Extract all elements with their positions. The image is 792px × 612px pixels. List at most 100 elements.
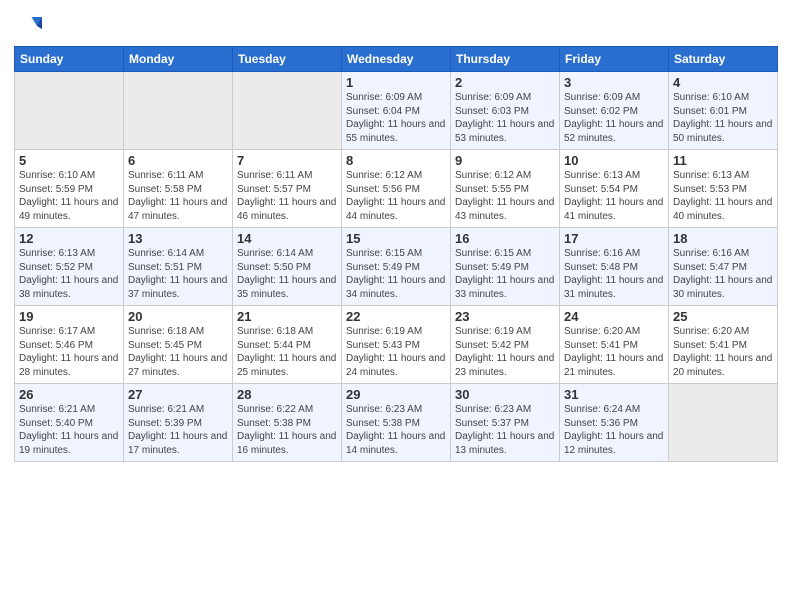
day-number: 10 [564,153,664,168]
day-info: Sunrise: 6:22 AMSunset: 5:38 PMDaylight:… [237,403,337,457]
day-cell: 11Sunrise: 6:13 AMSunset: 5:53 PMDayligh… [669,150,778,228]
day-cell: 13Sunrise: 6:14 AMSunset: 5:51 PMDayligh… [124,228,233,306]
day-cell: 21Sunrise: 6:18 AMSunset: 5:44 PMDayligh… [233,306,342,384]
day-info: Sunrise: 6:12 AMSunset: 5:55 PMDaylight:… [455,169,555,223]
day-info: Sunrise: 6:10 AMSunset: 5:59 PMDaylight:… [19,169,119,223]
day-number: 12 [19,231,119,246]
weekday-header-sunday: Sunday [15,47,124,72]
day-number: 19 [19,309,119,324]
day-info: Sunrise: 6:21 AMSunset: 5:40 PMDaylight:… [19,403,119,457]
day-cell: 25Sunrise: 6:20 AMSunset: 5:41 PMDayligh… [669,306,778,384]
day-cell: 4Sunrise: 6:10 AMSunset: 6:01 PMDaylight… [669,72,778,150]
day-info: Sunrise: 6:09 AMSunset: 6:04 PMDaylight:… [346,91,446,145]
day-number: 4 [673,75,773,90]
day-number: 29 [346,387,446,402]
weekday-header-friday: Friday [560,47,669,72]
logo [14,10,46,38]
day-info: Sunrise: 6:15 AMSunset: 5:49 PMDaylight:… [346,247,446,301]
day-cell [15,72,124,150]
day-info: Sunrise: 6:11 AMSunset: 5:57 PMDaylight:… [237,169,337,223]
day-cell: 28Sunrise: 6:22 AMSunset: 5:38 PMDayligh… [233,384,342,462]
day-cell: 23Sunrise: 6:19 AMSunset: 5:42 PMDayligh… [451,306,560,384]
day-info: Sunrise: 6:18 AMSunset: 5:44 PMDaylight:… [237,325,337,379]
weekday-header-thursday: Thursday [451,47,560,72]
day-cell: 26Sunrise: 6:21 AMSunset: 5:40 PMDayligh… [15,384,124,462]
day-info: Sunrise: 6:19 AMSunset: 5:43 PMDaylight:… [346,325,446,379]
day-info: Sunrise: 6:18 AMSunset: 5:45 PMDaylight:… [128,325,228,379]
day-number: 2 [455,75,555,90]
day-cell: 22Sunrise: 6:19 AMSunset: 5:43 PMDayligh… [342,306,451,384]
day-number: 22 [346,309,446,324]
day-info: Sunrise: 6:21 AMSunset: 5:39 PMDaylight:… [128,403,228,457]
day-number: 24 [564,309,664,324]
weekday-header-row: SundayMondayTuesdayWednesdayThursdayFrid… [15,47,778,72]
day-number: 17 [564,231,664,246]
day-info: Sunrise: 6:13 AMSunset: 5:54 PMDaylight:… [564,169,664,223]
logo-icon [14,10,42,38]
day-number: 28 [237,387,337,402]
day-cell [233,72,342,150]
day-cell: 19Sunrise: 6:17 AMSunset: 5:46 PMDayligh… [15,306,124,384]
day-cell: 17Sunrise: 6:16 AMSunset: 5:48 PMDayligh… [560,228,669,306]
day-number: 23 [455,309,555,324]
header [14,10,778,38]
day-cell: 6Sunrise: 6:11 AMSunset: 5:58 PMDaylight… [124,150,233,228]
day-info: Sunrise: 6:09 AMSunset: 6:02 PMDaylight:… [564,91,664,145]
week-row-1: 1Sunrise: 6:09 AMSunset: 6:04 PMDaylight… [15,72,778,150]
day-info: Sunrise: 6:09 AMSunset: 6:03 PMDaylight:… [455,91,555,145]
day-number: 15 [346,231,446,246]
day-info: Sunrise: 6:23 AMSunset: 5:37 PMDaylight:… [455,403,555,457]
day-cell: 12Sunrise: 6:13 AMSunset: 5:52 PMDayligh… [15,228,124,306]
day-info: Sunrise: 6:14 AMSunset: 5:50 PMDaylight:… [237,247,337,301]
week-row-3: 12Sunrise: 6:13 AMSunset: 5:52 PMDayligh… [15,228,778,306]
weekday-header-wednesday: Wednesday [342,47,451,72]
day-number: 20 [128,309,228,324]
day-cell: 5Sunrise: 6:10 AMSunset: 5:59 PMDaylight… [15,150,124,228]
day-info: Sunrise: 6:16 AMSunset: 5:48 PMDaylight:… [564,247,664,301]
day-info: Sunrise: 6:13 AMSunset: 5:53 PMDaylight:… [673,169,773,223]
day-cell: 3Sunrise: 6:09 AMSunset: 6:02 PMDaylight… [560,72,669,150]
day-info: Sunrise: 6:14 AMSunset: 5:51 PMDaylight:… [128,247,228,301]
day-cell: 15Sunrise: 6:15 AMSunset: 5:49 PMDayligh… [342,228,451,306]
day-number: 3 [564,75,664,90]
day-number: 31 [564,387,664,402]
weekday-header-tuesday: Tuesday [233,47,342,72]
day-number: 30 [455,387,555,402]
day-number: 16 [455,231,555,246]
day-cell: 30Sunrise: 6:23 AMSunset: 5:37 PMDayligh… [451,384,560,462]
day-info: Sunrise: 6:19 AMSunset: 5:42 PMDaylight:… [455,325,555,379]
day-number: 9 [455,153,555,168]
day-cell: 1Sunrise: 6:09 AMSunset: 6:04 PMDaylight… [342,72,451,150]
day-cell: 9Sunrise: 6:12 AMSunset: 5:55 PMDaylight… [451,150,560,228]
day-number: 7 [237,153,337,168]
day-cell: 7Sunrise: 6:11 AMSunset: 5:57 PMDaylight… [233,150,342,228]
day-number: 18 [673,231,773,246]
week-row-2: 5Sunrise: 6:10 AMSunset: 5:59 PMDaylight… [15,150,778,228]
day-number: 8 [346,153,446,168]
day-info: Sunrise: 6:12 AMSunset: 5:56 PMDaylight:… [346,169,446,223]
day-cell: 18Sunrise: 6:16 AMSunset: 5:47 PMDayligh… [669,228,778,306]
day-info: Sunrise: 6:13 AMSunset: 5:52 PMDaylight:… [19,247,119,301]
page-container: SundayMondayTuesdayWednesdayThursdayFrid… [0,0,792,472]
day-cell [669,384,778,462]
day-number: 11 [673,153,773,168]
day-info: Sunrise: 6:10 AMSunset: 6:01 PMDaylight:… [673,91,773,145]
day-number: 27 [128,387,228,402]
weekday-header-saturday: Saturday [669,47,778,72]
day-cell: 16Sunrise: 6:15 AMSunset: 5:49 PMDayligh… [451,228,560,306]
weekday-header-monday: Monday [124,47,233,72]
calendar-table: SundayMondayTuesdayWednesdayThursdayFrid… [14,46,778,462]
day-info: Sunrise: 6:17 AMSunset: 5:46 PMDaylight:… [19,325,119,379]
day-number: 26 [19,387,119,402]
day-number: 25 [673,309,773,324]
day-number: 13 [128,231,228,246]
day-cell: 27Sunrise: 6:21 AMSunset: 5:39 PMDayligh… [124,384,233,462]
day-number: 1 [346,75,446,90]
day-info: Sunrise: 6:11 AMSunset: 5:58 PMDaylight:… [128,169,228,223]
week-row-4: 19Sunrise: 6:17 AMSunset: 5:46 PMDayligh… [15,306,778,384]
day-info: Sunrise: 6:24 AMSunset: 5:36 PMDaylight:… [564,403,664,457]
day-cell: 8Sunrise: 6:12 AMSunset: 5:56 PMDaylight… [342,150,451,228]
day-number: 5 [19,153,119,168]
day-info: Sunrise: 6:20 AMSunset: 5:41 PMDaylight:… [673,325,773,379]
day-info: Sunrise: 6:16 AMSunset: 5:47 PMDaylight:… [673,247,773,301]
